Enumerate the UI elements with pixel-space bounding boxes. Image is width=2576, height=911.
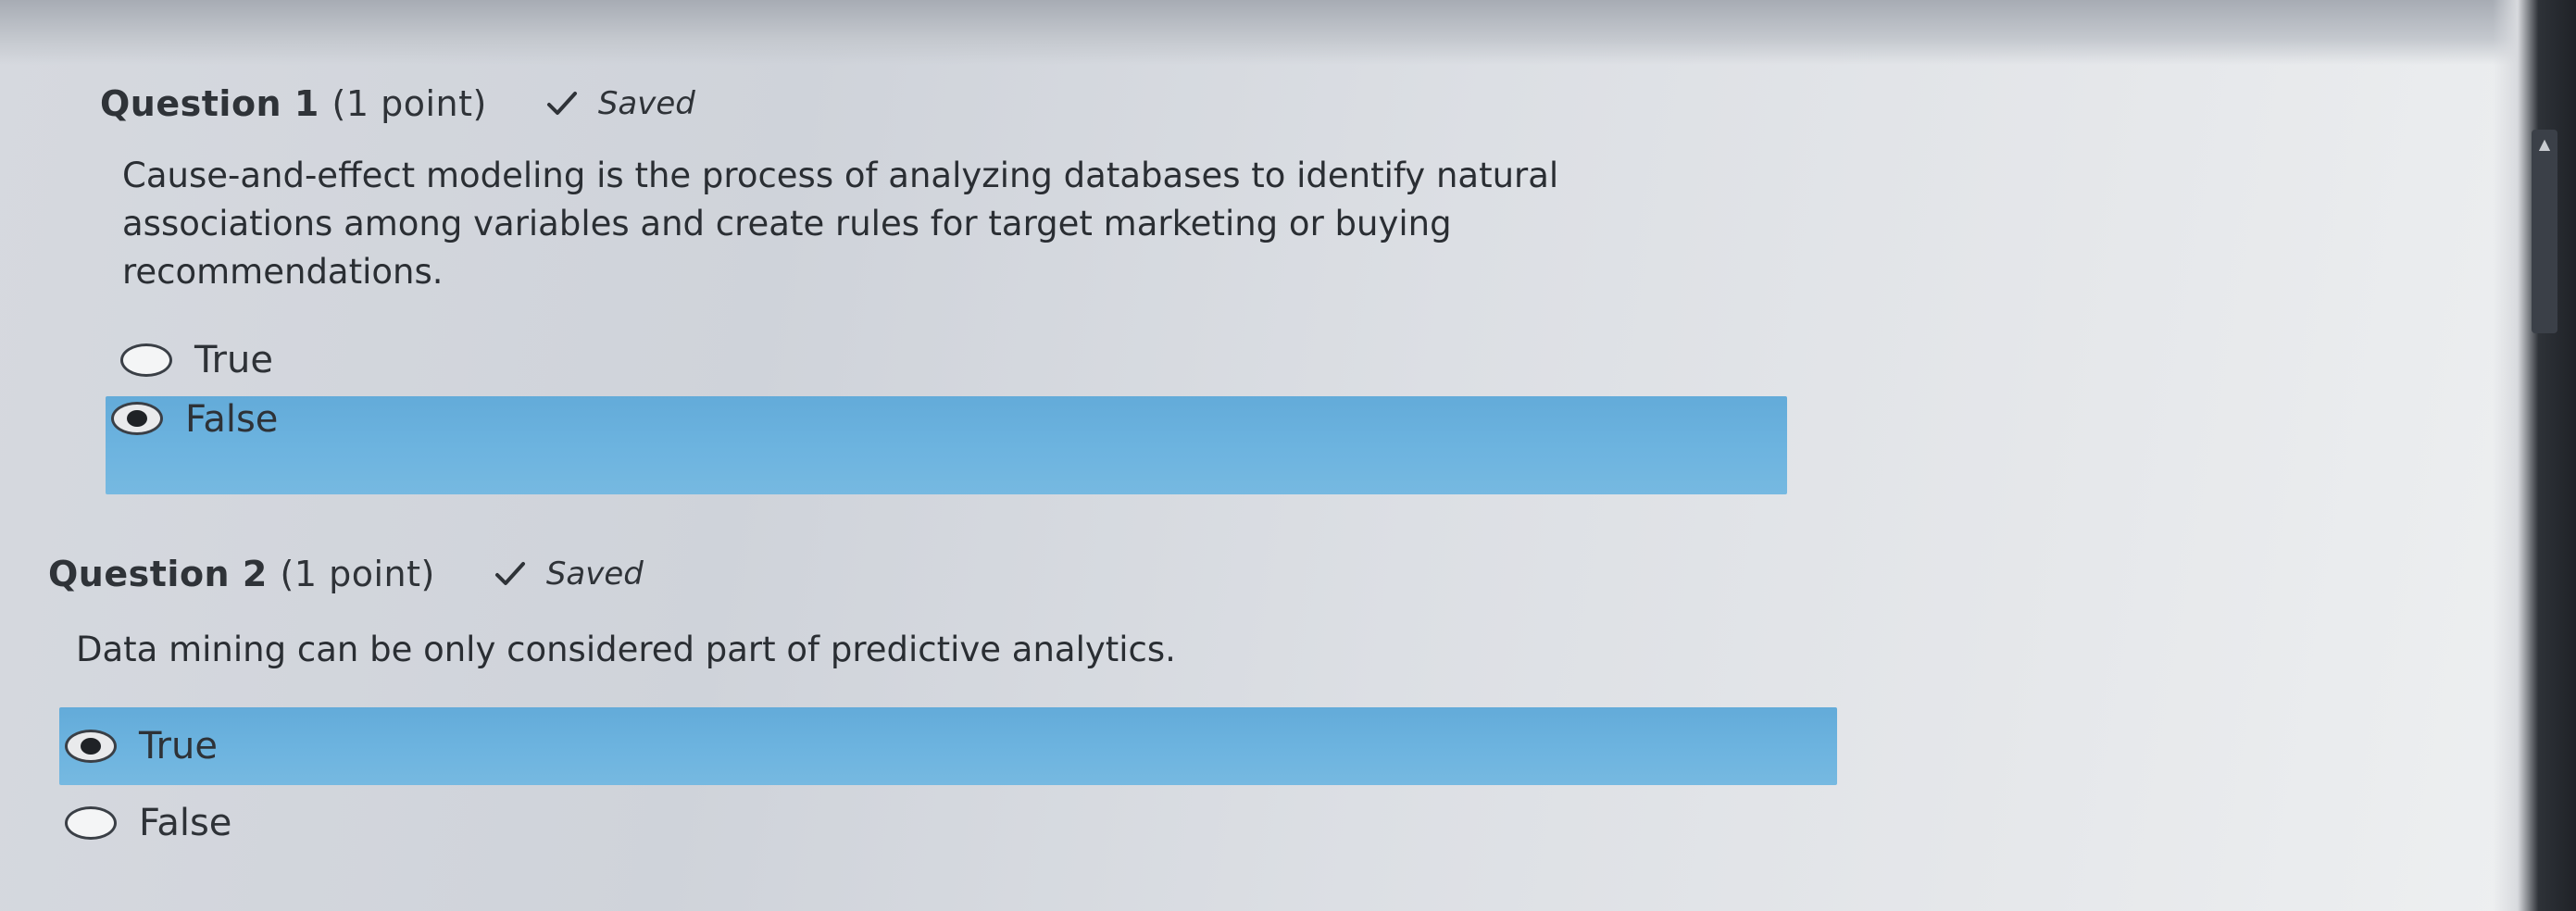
option-true[interactable]: True — [109, 328, 1776, 393]
saved-label: Saved — [597, 85, 695, 122]
question-text: Data mining can be only considered part … — [76, 630, 1176, 669]
radio-button[interactable] — [65, 806, 117, 840]
option-label: True — [194, 339, 273, 381]
question-title: Question 1 (1 point) — [100, 83, 487, 124]
question-number: Question 2 — [48, 554, 268, 594]
question-header: Question 1 (1 point) Saved — [100, 76, 1841, 131]
radio-dot-icon — [81, 738, 101, 755]
option-false[interactable]: False — [59, 791, 1837, 855]
check-icon — [546, 92, 577, 115]
radio-button-selected[interactable] — [111, 402, 163, 435]
question-number: Question 1 — [100, 83, 319, 124]
option-label: False — [185, 398, 279, 441]
saved-label: Saved — [545, 555, 644, 593]
saved-status: Saved — [494, 555, 644, 593]
question-header: Question 2 (1 point) Saved — [48, 546, 1863, 602]
answer-options: True False — [59, 707, 1837, 855]
radio-button-selected[interactable] — [65, 730, 117, 763]
question-title: Question 2 (1 point) — [48, 554, 435, 594]
option-label: False — [139, 802, 232, 844]
option-true[interactable]: True — [59, 707, 1837, 785]
question-points: (1 point) — [331, 83, 487, 124]
screen-top-edge — [0, 0, 2576, 65]
check-icon — [494, 562, 525, 585]
question-2: Question 2 (1 point) Saved Data mining c… — [48, 546, 1863, 855]
question-text: Cause-and-effect modeling is the process… — [122, 156, 1559, 292]
option-label: True — [139, 725, 218, 767]
radio-dot-icon — [127, 410, 147, 427]
option-false[interactable]: False — [106, 396, 1787, 494]
saved-status: Saved — [546, 85, 695, 122]
question-points: (1 point) — [280, 554, 435, 594]
answer-options: True False — [106, 328, 1787, 494]
question-1: Question 1 (1 point) Saved Cause-and-eff… — [100, 76, 1841, 494]
radio-button[interactable] — [120, 343, 172, 377]
scroll-up-arrow-icon[interactable]: ▲ — [2535, 135, 2554, 154]
scrollbar[interactable] — [2532, 130, 2557, 333]
